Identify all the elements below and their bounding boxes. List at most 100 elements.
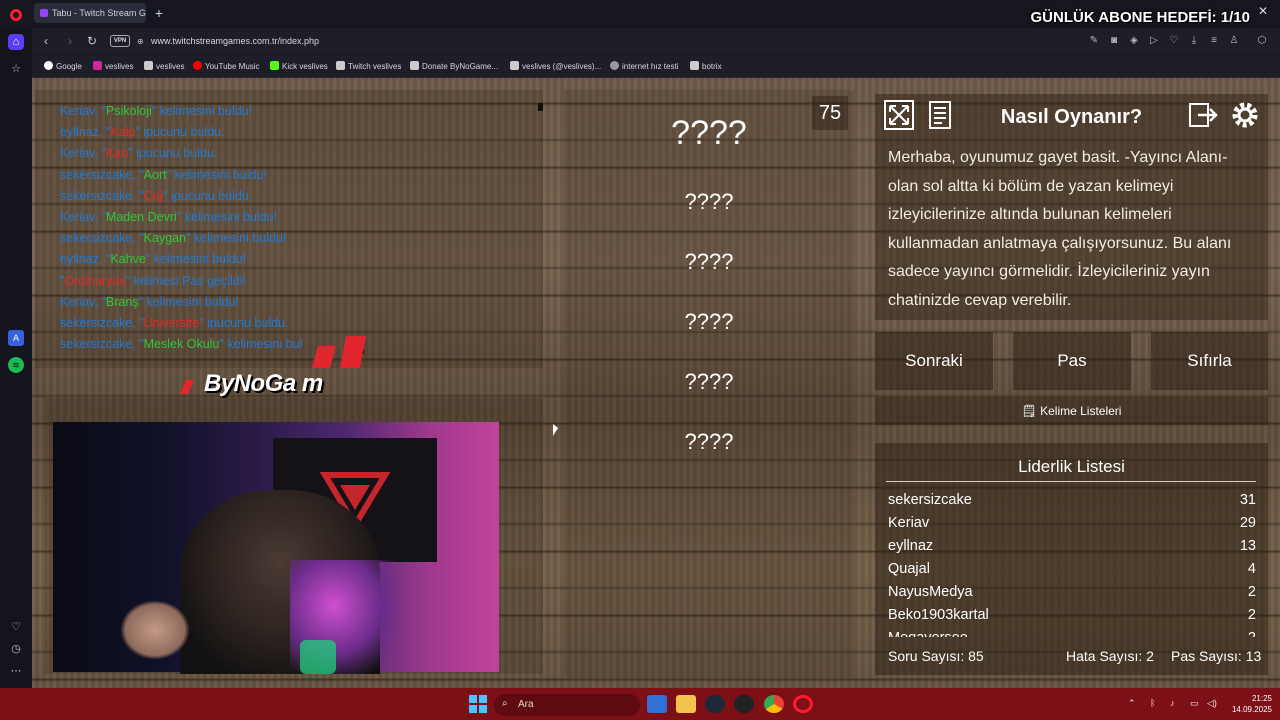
quote-mark: ": [166, 167, 175, 182]
chat-scrollbar[interactable]: [538, 103, 543, 111]
exit-icon[interactable]: [1186, 98, 1220, 132]
word-lists-button[interactable]: 🗒 Kelime Listeleri: [875, 397, 1268, 425]
leaderboard-name: Beko1903kartal: [888, 607, 989, 623]
chat-line: eyllnaz, "Kahve" kelimesini buldu!: [60, 252, 246, 266]
chat-line: sekersizcake, "Aort" kelimesini buldu!: [60, 168, 267, 182]
taskbar-folder-icon[interactable]: [676, 695, 696, 713]
opera-logo-icon[interactable]: [10, 9, 22, 21]
mouse-cursor: [553, 424, 558, 436]
chat-line: "Ordinaryüs" kelimesi Pas geçildi!: [60, 274, 246, 288]
chat-username: sekersizcake,: [60, 316, 136, 330]
bookmark-veslives-social[interactable]: veslives (@veslives)...: [510, 61, 601, 73]
taskbar-widget-icon[interactable]: [647, 695, 667, 713]
reload-icon[interactable]: ↻: [84, 32, 100, 50]
taskbar-clock[interactable]: 21:25 14.09.2025: [1222, 693, 1272, 715]
chat-message: kelimesini buldu!: [174, 167, 267, 182]
leaderboard-score: 2: [1247, 607, 1256, 623]
leaderboard-row: NayusMedya 2: [888, 581, 1256, 604]
window-close-icon[interactable]: ✕: [1258, 4, 1268, 18]
quote-mark: ": [186, 231, 194, 246]
bookmark-google[interactable]: Google: [44, 61, 82, 73]
question-count: Soru Sayısı: 85: [888, 648, 984, 664]
chat-message: kelimesini buldu!: [193, 231, 287, 246]
taskbar-search[interactable]: Ara: [494, 694, 640, 716]
leaderboard-name: Keriav: [888, 515, 930, 531]
heart-outline-icon[interactable]: ♡: [1167, 34, 1181, 48]
edit-icon[interactable]: ✎: [1087, 34, 1101, 48]
chat-message: ipucunu buldu.: [136, 146, 218, 161]
chat-line: sekersizcake, "Kaygan" kelimesini buldu!: [60, 231, 286, 245]
tray-display-icon[interactable]: ▭: [1190, 698, 1199, 709]
bookmark-kick[interactable]: Kick veslives: [270, 61, 328, 73]
bookmark-botrix[interactable]: botrix: [690, 61, 722, 73]
leaderboard-score: 4: [1247, 561, 1256, 577]
shield-icon[interactable]: ◈: [1127, 34, 1141, 48]
history-clock-icon[interactable]: ◷: [8, 641, 24, 657]
windows-start-icon[interactable]: [469, 695, 487, 713]
vpn-badge[interactable]: VPN: [110, 35, 130, 47]
download-icon[interactable]: ⤓: [1187, 34, 1201, 48]
bookmark-speed-test[interactable]: internet hız testi: [610, 61, 678, 73]
chat-line: Keriav, "Kan" ipucunu buldu.: [60, 146, 217, 160]
chat-message: kelimesini buldu!: [146, 294, 239, 309]
chat-term: Kahve: [110, 252, 146, 267]
chat-term: Çığ: [143, 188, 164, 203]
more-dots-icon[interactable]: ⋯: [8, 663, 24, 679]
taskbar-chrome-icon[interactable]: [764, 695, 784, 713]
next-button[interactable]: Sonraki: [875, 332, 993, 390]
quote-mark: ": [145, 252, 154, 267]
aria-icon[interactable]: A: [8, 330, 24, 346]
chat-message: kelimesi Pas geçildi!: [133, 273, 247, 288]
tray-volume-icon[interactable]: ◁): [1207, 698, 1217, 709]
error-count: Hata Sayısı: 2: [1066, 648, 1154, 664]
taskbar-search-icon: ⌕: [502, 698, 508, 709]
chat-line: eyllnaz, "Kalp" ipucunu buldu.: [60, 125, 225, 139]
browser-tab[interactable]: Tabu - Twitch Stream Gam: [34, 3, 146, 23]
chat-message: kelimesini buldu!: [159, 104, 253, 118]
notepad-icon: 🗒: [1021, 404, 1041, 418]
site-info-icon[interactable]: ⊕: [137, 37, 144, 46]
leaderboard-score: 2: [1247, 584, 1256, 600]
chat-term: Maden Devri: [105, 210, 177, 224]
pass-button[interactable]: Pas: [1013, 332, 1131, 390]
chat-line: Keriav, "Psikoloji" kelimesini buldu!: [60, 104, 252, 118]
tray-mic-icon[interactable]: ♪: [1170, 698, 1175, 708]
extensions-box-icon[interactable]: ⬡: [1255, 34, 1269, 48]
new-tab-plus-icon[interactable]: +: [152, 4, 166, 22]
bookmark-youtube-music[interactable]: YouTube Music: [193, 61, 260, 73]
bookmark-twitch[interactable]: Twitch veslives: [336, 61, 401, 73]
star-icon[interactable]: ☆: [8, 61, 24, 77]
leaderboard-score: 31: [1239, 492, 1256, 508]
chat-username: Keriav,: [60, 294, 98, 309]
back-icon[interactable]: ‹: [38, 32, 54, 50]
tray-chevron-icon[interactable]: ⌃: [1128, 698, 1136, 709]
reset-button[interactable]: Sıfırla: [1151, 332, 1268, 390]
settings-gear-icon[interactable]: [1228, 98, 1262, 132]
menu-icon[interactable]: ≡: [1207, 34, 1221, 48]
subscriber-goal-overlay: GÜNLÜK ABONE HEDEFİ: 1/10: [1030, 9, 1250, 26]
chat-username: sekersizcake,: [60, 337, 136, 352]
home-icon[interactable]: ⌂: [8, 34, 24, 50]
bookmark-donate[interactable]: Donate ByNoGame...: [410, 61, 498, 73]
forward-icon[interactable]: ›: [62, 32, 78, 50]
leaderboard-divider: [886, 481, 1256, 482]
taskbar-obs-icon[interactable]: [734, 695, 754, 713]
url-field[interactable]: www.twitchstreamgames.com.tr/index.php: [151, 35, 319, 47]
bookmark-instagram[interactable]: veslives: [93, 61, 133, 73]
profile-icon[interactable]: ♙: [1227, 34, 1241, 48]
leaderboard-row: eyllnaz 13: [888, 535, 1256, 558]
bookmark-page[interactable]: veslives: [144, 61, 184, 73]
chat-username: eyllnaz,: [60, 125, 103, 140]
chat-line: Keriav, "Branş" kelimesini buldu!: [60, 295, 239, 309]
camera-icon[interactable]: ◙: [1107, 34, 1121, 48]
heart-icon[interactable]: ♡: [8, 619, 24, 635]
chat-term: Kalp: [110, 125, 136, 140]
taskbar-steam-icon[interactable]: [705, 695, 725, 713]
play-icon[interactable]: ▷: [1147, 34, 1161, 48]
tray-bluetooth-icon[interactable]: ᛒ: [1150, 698, 1155, 708]
spotify-icon[interactable]: ≋: [8, 357, 24, 373]
chat-line: Keriav, "Maden Devri" kelimesini buldu!: [60, 210, 277, 224]
leaderboard-list[interactable]: sekersizcake 31 Keriav 29 eyllnaz 13 Quajal 4 Na…: [888, 489, 1256, 637]
quote-mark: ": [125, 273, 134, 288]
taskbar-opera-icon[interactable]: [793, 695, 813, 713]
